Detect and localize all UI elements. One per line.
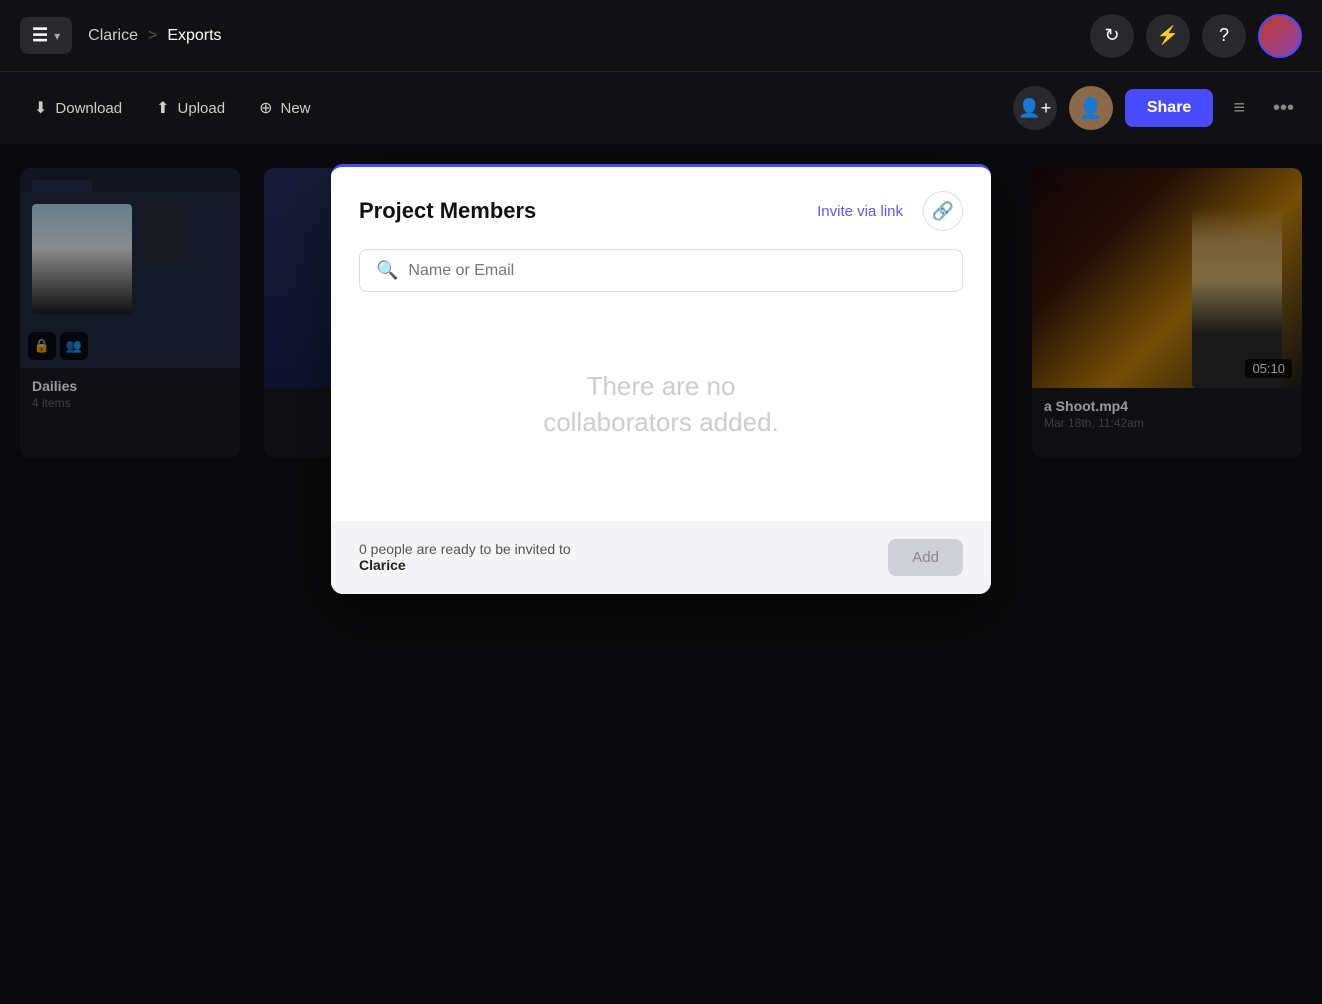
breadcrumb-separator: > (148, 27, 157, 45)
add-member-button[interactable]: 👤+ (1013, 86, 1057, 130)
refresh-button[interactable]: ↻ (1090, 14, 1134, 58)
member-avatar[interactable]: 👤 (1069, 86, 1113, 130)
search-input[interactable] (408, 262, 946, 280)
footer-count: 0 people are ready to be invited to (359, 541, 571, 557)
empty-state-text: There are no collaborators added. (359, 368, 963, 441)
plus-icon: ⊕ (259, 98, 272, 118)
breadcrumb: Clarice > Exports (88, 27, 221, 45)
breadcrumb-current: Exports (167, 27, 221, 45)
download-label: Download (55, 100, 122, 117)
toolbar-right: 👤+ 👤 Share ≡ ••• (1013, 86, 1302, 130)
more-options-button[interactable]: ••• (1265, 89, 1302, 128)
modal-search-area: 🔍 (331, 249, 991, 308)
lightning-icon: ⚡ (1157, 25, 1179, 46)
content-area: 🔒 👥 Dailies 4 items 05:10 a Shoot.mp4 Ma… (0, 144, 1322, 1004)
modal-title: Project Members (359, 198, 805, 224)
app-menu-button[interactable]: ☰ ▾ (20, 17, 72, 54)
refresh-icon: ↻ (1104, 25, 1119, 46)
breadcrumb-root[interactable]: Clarice (88, 27, 138, 45)
new-label: New (280, 100, 310, 117)
avatar[interactable] (1258, 14, 1302, 58)
modal-footer: 0 people are ready to be invited to Clar… (331, 521, 991, 594)
search-box: 🔍 (359, 249, 963, 292)
new-button[interactable]: ⊕ New (245, 90, 324, 126)
top-nav: ☰ ▾ Clarice > Exports ↻ ⚡ ? (0, 0, 1322, 72)
download-icon: ⬇ (34, 98, 47, 118)
list-icon: ≡ (1233, 97, 1245, 119)
upload-button[interactable]: ⬆ Upload (142, 90, 239, 126)
upload-icon: ⬆ (156, 98, 169, 118)
modal-overlay[interactable]: Project Members Invite via link 🔗 🔍 Ther… (0, 144, 1322, 1004)
download-button[interactable]: ⬇ Download (20, 90, 136, 126)
add-member-icon: 👤+ (1018, 98, 1051, 119)
help-icon: ? (1219, 25, 1229, 46)
add-button[interactable]: Add (888, 539, 963, 576)
share-button[interactable]: Share (1125, 89, 1213, 127)
copy-link-button[interactable]: 🔗 (923, 191, 963, 231)
member-avatar-image: 👤 (1078, 96, 1103, 121)
modal-footer-info: 0 people are ready to be invited to Clar… (359, 541, 571, 573)
app-icon: ☰ (32, 25, 48, 46)
toolbar: ⬇ Download ⬆ Upload ⊕ New 👤+ 👤 Share ≡ •… (0, 72, 1322, 144)
link-icon: 🔗 (932, 201, 954, 222)
lightning-button[interactable]: ⚡ (1146, 14, 1190, 58)
search-icon: 🔍 (376, 260, 398, 281)
nav-right-actions: ↻ ⚡ ? (1090, 14, 1302, 58)
modal-empty-state: There are no collaborators added. (331, 308, 991, 521)
modal-header: Project Members Invite via link 🔗 (331, 167, 991, 249)
more-icon: ••• (1273, 97, 1294, 119)
project-members-modal: Project Members Invite via link 🔗 🔍 Ther… (331, 164, 991, 594)
footer-project-name: Clarice (359, 557, 406, 573)
upload-label: Upload (178, 100, 226, 117)
share-label: Share (1147, 99, 1191, 116)
list-view-button[interactable]: ≡ (1225, 89, 1253, 128)
help-button[interactable]: ? (1202, 14, 1246, 58)
chevron-down-icon: ▾ (54, 29, 60, 43)
invite-via-link-button[interactable]: Invite via link (817, 203, 903, 220)
